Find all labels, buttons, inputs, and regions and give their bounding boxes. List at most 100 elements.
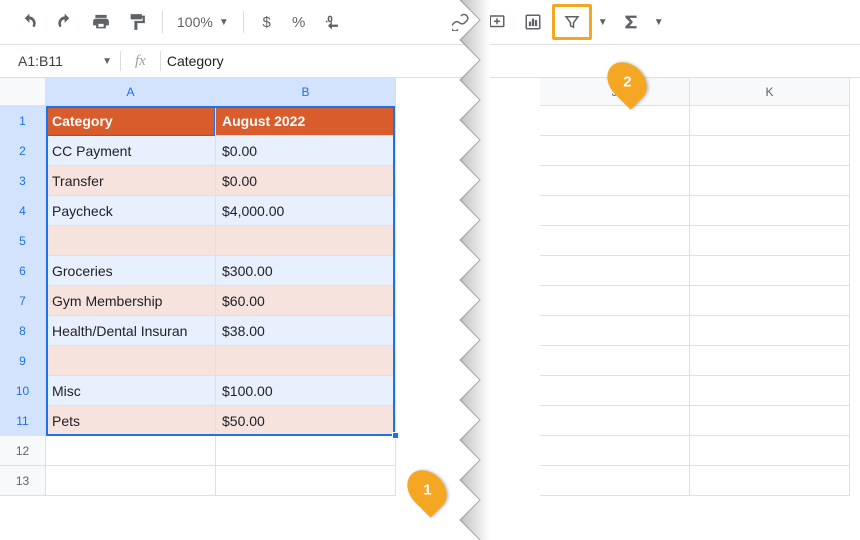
insert-link-button[interactable] bbox=[444, 7, 478, 37]
print-button[interactable] bbox=[84, 7, 118, 37]
insert-comment-button[interactable] bbox=[480, 7, 514, 37]
select-all-corner[interactable] bbox=[0, 78, 46, 106]
cell-a5[interactable] bbox=[46, 226, 216, 256]
cell-b9[interactable] bbox=[216, 346, 396, 376]
cell-b11[interactable]: $50.00 bbox=[216, 406, 396, 436]
format-currency-button[interactable]: $ bbox=[252, 7, 282, 37]
redo-button[interactable] bbox=[48, 7, 82, 37]
cell-k2[interactable] bbox=[690, 136, 850, 166]
cell-k8[interactable] bbox=[690, 316, 850, 346]
cell-a10[interactable]: Misc bbox=[46, 376, 216, 406]
cell-b1[interactable]: August 2022 bbox=[216, 106, 396, 136]
row-header[interactable]: 6 bbox=[0, 256, 46, 286]
create-filter-button[interactable] bbox=[555, 7, 589, 37]
row-header[interactable]: 11 bbox=[0, 406, 46, 436]
cell-k3[interactable] bbox=[690, 166, 850, 196]
cell-j8[interactable] bbox=[540, 316, 690, 346]
cell-j6[interactable] bbox=[540, 256, 690, 286]
cell-j9[interactable] bbox=[540, 346, 690, 376]
name-box[interactable]: A1:B11 ▼ bbox=[0, 53, 120, 69]
cell-k12[interactable] bbox=[690, 436, 850, 466]
cell-a11[interactable]: Pets bbox=[46, 406, 216, 436]
cell-k1[interactable] bbox=[690, 106, 850, 136]
cell-b2[interactable]: $0.00 bbox=[216, 136, 396, 166]
cell-a13[interactable] bbox=[46, 466, 216, 496]
zoom-dropdown[interactable]: 100% ▼ bbox=[171, 14, 235, 30]
cell-a7[interactable]: Gym Membership bbox=[46, 286, 216, 316]
cell-b7[interactable]: $60.00 bbox=[216, 286, 396, 316]
cell-a6[interactable]: Groceries bbox=[46, 256, 216, 286]
cell-a2[interactable]: CC Payment bbox=[46, 136, 216, 166]
format-percent-button[interactable]: % bbox=[284, 7, 314, 37]
column-header-k[interactable]: K bbox=[690, 78, 850, 106]
cell-a8[interactable]: Health/Dental Insuran bbox=[46, 316, 216, 346]
filter-dropdown-button[interactable]: ▼ bbox=[594, 7, 612, 37]
cell-a12[interactable] bbox=[46, 436, 216, 466]
row-headers: 1 2 3 4 5 6 7 8 9 10 11 12 13 bbox=[0, 106, 46, 496]
zoom-value: 100% bbox=[177, 14, 213, 30]
cell-j4[interactable] bbox=[540, 196, 690, 226]
cell-j10[interactable] bbox=[540, 376, 690, 406]
chevron-down-icon: ▼ bbox=[598, 17, 608, 28]
cell-j5[interactable] bbox=[540, 226, 690, 256]
cell-k13[interactable] bbox=[690, 466, 850, 496]
undo-button[interactable] bbox=[12, 7, 46, 37]
chevron-down-icon: ▼ bbox=[219, 17, 229, 28]
cell-b3[interactable]: $0.00 bbox=[216, 166, 396, 196]
row-header[interactable]: 3 bbox=[0, 166, 46, 196]
cell-a9[interactable] bbox=[46, 346, 216, 376]
cell-k4[interactable] bbox=[690, 196, 850, 226]
cell-a3[interactable]: Transfer bbox=[46, 166, 216, 196]
torn-edge-divider bbox=[430, 0, 490, 540]
cell-j2[interactable] bbox=[540, 136, 690, 166]
cell-a4[interactable]: Paycheck bbox=[46, 196, 216, 226]
chevron-down-icon: ▼ bbox=[654, 17, 664, 28]
cell-j3[interactable] bbox=[540, 166, 690, 196]
cell-b6[interactable]: $300.00 bbox=[216, 256, 396, 286]
row-header[interactable]: 7 bbox=[0, 286, 46, 316]
cell-k6[interactable] bbox=[690, 256, 850, 286]
cell-j7[interactable] bbox=[540, 286, 690, 316]
row-header[interactable]: 8 bbox=[0, 316, 46, 346]
cell-b12[interactable] bbox=[216, 436, 396, 466]
insert-chart-button[interactable] bbox=[516, 7, 550, 37]
row-header[interactable]: 13 bbox=[0, 466, 46, 496]
functions-button[interactable] bbox=[614, 7, 648, 37]
selection-handle[interactable] bbox=[392, 432, 399, 439]
row-header[interactable]: 2 bbox=[0, 136, 46, 166]
cell-k10[interactable] bbox=[690, 376, 850, 406]
cell-j13[interactable] bbox=[540, 466, 690, 496]
cell-j11[interactable] bbox=[540, 406, 690, 436]
paint-format-button[interactable] bbox=[120, 7, 154, 37]
row-header[interactable]: 10 bbox=[0, 376, 46, 406]
column-header-a[interactable]: A bbox=[46, 78, 216, 106]
cell-b13[interactable] bbox=[216, 466, 396, 496]
formula-input[interactable] bbox=[161, 53, 860, 69]
row-header[interactable]: 12 bbox=[0, 436, 46, 466]
cell-j1[interactable] bbox=[540, 106, 690, 136]
cell-k9[interactable] bbox=[690, 346, 850, 376]
cell-k5[interactable] bbox=[690, 226, 850, 256]
chevron-down-icon: ▼ bbox=[102, 56, 112, 67]
formula-bar-row: A1:B11 ▼ fx bbox=[0, 44, 860, 78]
functions-dropdown-button[interactable]: ▼ bbox=[650, 7, 668, 37]
toolbar-separator bbox=[243, 11, 244, 33]
cell-b4[interactable]: $4,000.00 bbox=[216, 196, 396, 226]
redo-icon bbox=[56, 13, 74, 31]
cell-b5[interactable] bbox=[216, 226, 396, 256]
column-header-b[interactable]: B bbox=[216, 78, 396, 106]
cell-b8[interactable]: $38.00 bbox=[216, 316, 396, 346]
filter-icon bbox=[563, 13, 581, 31]
cell-k11[interactable] bbox=[690, 406, 850, 436]
cell-k7[interactable] bbox=[690, 286, 850, 316]
cell-a1[interactable]: Category bbox=[46, 106, 216, 136]
decrease-decimal-button[interactable]: .0 bbox=[316, 7, 350, 37]
row-header[interactable]: 9 bbox=[0, 346, 46, 376]
row-header[interactable]: 1 bbox=[0, 106, 46, 136]
undo-icon bbox=[20, 13, 38, 31]
cell-j12[interactable] bbox=[540, 436, 690, 466]
row-header[interactable]: 4 bbox=[0, 196, 46, 226]
sigma-icon bbox=[622, 13, 640, 31]
row-header[interactable]: 5 bbox=[0, 226, 46, 256]
cell-b10[interactable]: $100.00 bbox=[216, 376, 396, 406]
